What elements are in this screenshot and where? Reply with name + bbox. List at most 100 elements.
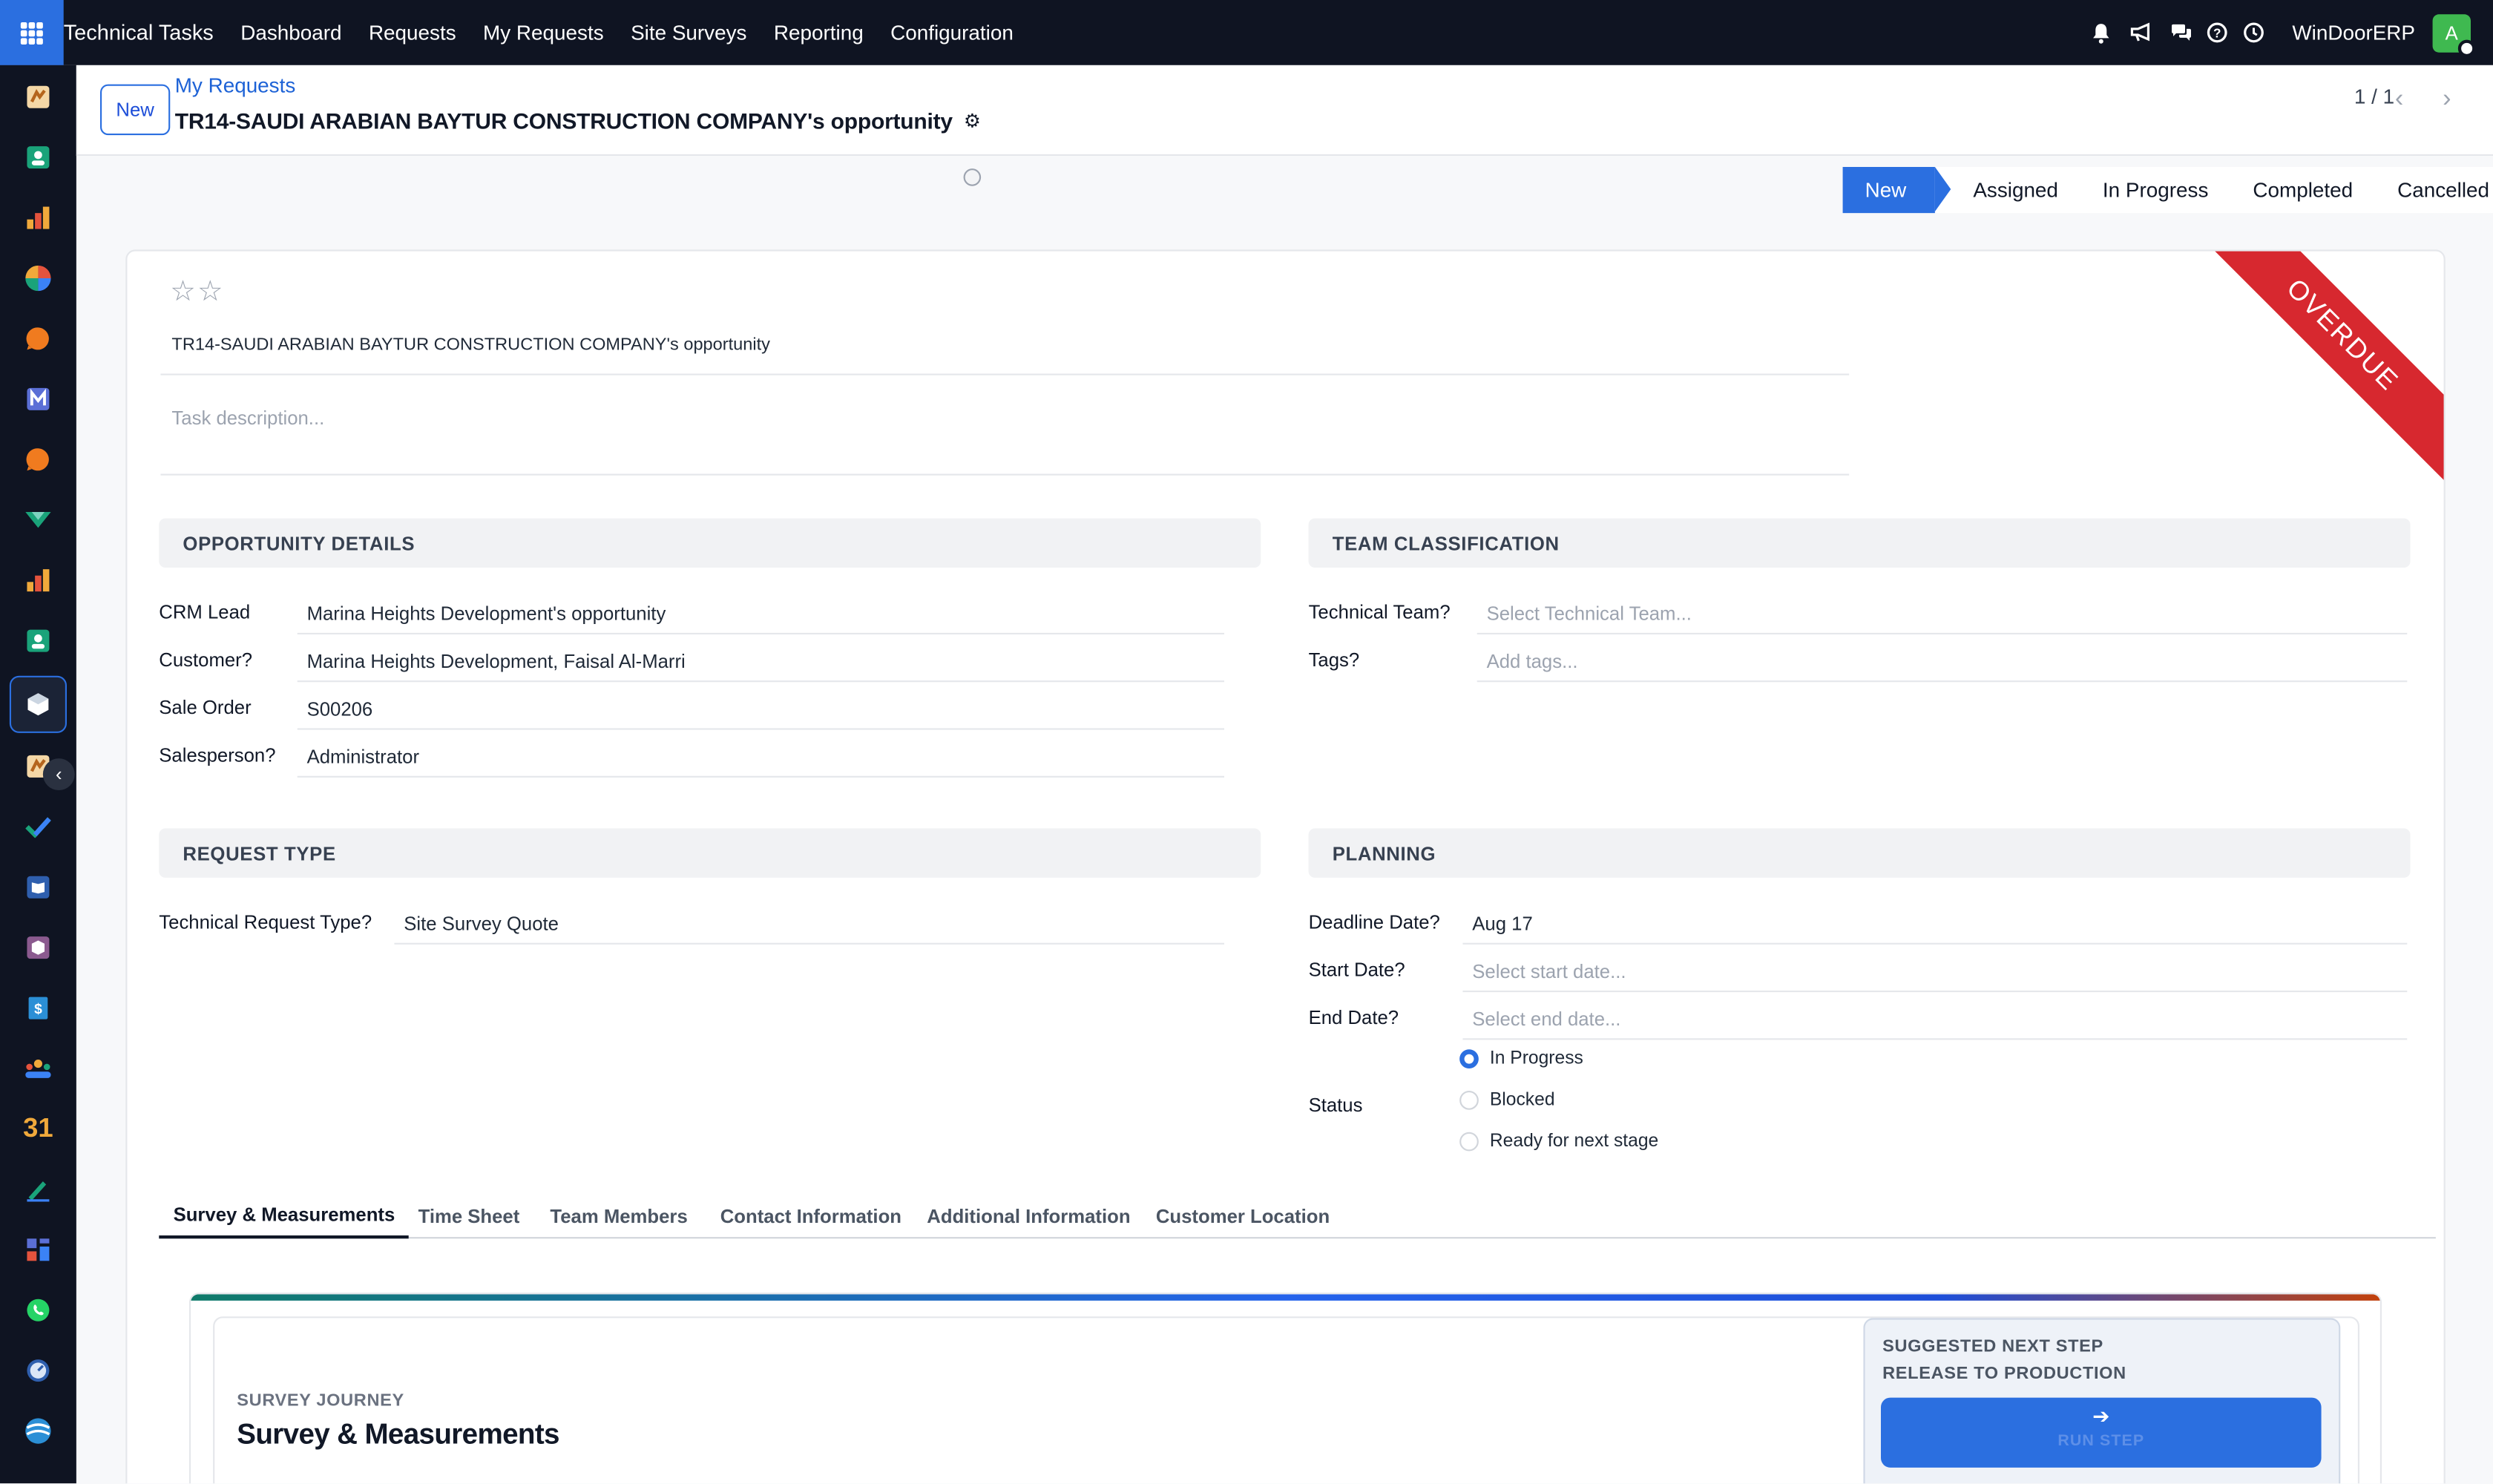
email-marketing-icon[interactable]: [24, 385, 53, 414]
pager-previous-button[interactable]: ‹: [2379, 78, 2420, 122]
survey-journey-panel: SURVEY JOURNEY Survey & Measurements SUG…: [188, 1293, 2382, 1484]
sale-order-field[interactable]: S00206: [297, 689, 1225, 730]
chat-icon[interactable]: [24, 445, 53, 474]
radio-unchecked-icon[interactable]: [1459, 1091, 1479, 1110]
deadline-label: Deadline Date?: [1308, 910, 1440, 933]
status-option-blocked[interactable]: Blocked: [1459, 1091, 1555, 1110]
start-date-field[interactable]: Select start date...: [1462, 951, 2408, 993]
gear-icon[interactable]: ⚙: [964, 110, 981, 132]
tab-time-sheet[interactable]: Time Sheet: [418, 1194, 520, 1238]
request-type-label: Technical Request Type?: [159, 910, 372, 933]
crm-icon[interactable]: [24, 264, 53, 293]
contacts-icon[interactable]: [24, 143, 53, 172]
menu-app-name[interactable]: Technical Tasks: [64, 21, 214, 45]
sidebar-collapse-button[interactable]: ‹: [42, 758, 75, 790]
status-option-in-progress[interactable]: In Progress: [1459, 1049, 1583, 1068]
field-underline: [160, 473, 1850, 476]
salesperson-field[interactable]: Administrator: [297, 736, 1225, 778]
tab-survey-measurements[interactable]: Survey & Measurements: [159, 1194, 410, 1239]
stage-assigned[interactable]: Assigned: [1951, 167, 2080, 213]
tags-field[interactable]: Add tags...: [1477, 641, 2408, 683]
grid-icon: [20, 21, 43, 44]
customer-field[interactable]: Marina Heights Development, Faisal Al-Ma…: [297, 641, 1225, 683]
menu-reporting[interactable]: Reporting: [774, 21, 864, 45]
journey-kicker: SURVEY JOURNEY: [237, 1391, 404, 1411]
run-step-label: RUN STEP: [2057, 1432, 2145, 1451]
status-option-label: Ready for next stage: [1489, 1132, 1659, 1152]
menu-my-requests[interactable]: My Requests: [483, 21, 604, 45]
calendar-icon[interactable]: 31: [21, 1113, 56, 1143]
tab-contact-information[interactable]: Contact Information: [720, 1194, 901, 1238]
team-icon[interactable]: [24, 1054, 53, 1083]
timer-icon[interactable]: [24, 1356, 53, 1385]
priority-stars: ☆ ☆: [170, 275, 224, 309]
chevron-left-icon: ‹: [2394, 85, 2404, 114]
wave-icon[interactable]: [24, 1416, 53, 1445]
end-date-field[interactable]: Select end date...: [1462, 999, 2408, 1040]
star-icon[interactable]: ☆: [170, 275, 196, 309]
tab-team-members[interactable]: Team Members: [550, 1194, 687, 1238]
app-switcher-button[interactable]: [0, 0, 64, 65]
sign-icon[interactable]: [24, 1175, 53, 1204]
invoicing-icon[interactable]: $: [24, 994, 53, 1022]
stage-cancelled[interactable]: Cancelled: [2375, 167, 2493, 213]
vendor-icon[interactable]: [24, 505, 53, 534]
run-step-button[interactable]: ➔ RUN STEP: [1881, 1397, 2322, 1468]
user-avatar[interactable]: A: [2432, 13, 2476, 57]
group-opportunity-details: OPPORTUNITY DETAILS: [159, 518, 1261, 568]
tab-customer-location[interactable]: Customer Location: [1156, 1194, 1330, 1238]
megaphone-icon[interactable]: [2130, 22, 2152, 44]
bell-icon[interactable]: [2090, 22, 2112, 44]
tab-additional-information[interactable]: Additional Information: [927, 1194, 1130, 1238]
status-option-ready[interactable]: Ready for next stage: [1459, 1132, 1658, 1152]
field-underline: [160, 373, 1850, 375]
stage-new[interactable]: New: [1842, 167, 1951, 214]
company-switcher[interactable]: WinDoorERP: [2292, 21, 2415, 45]
technical-team-field[interactable]: Select Technical Team...: [1477, 593, 2408, 634]
live-chat-icon[interactable]: [24, 324, 53, 353]
svg-text:$: $: [34, 1002, 42, 1017]
technical-team-label: Technical Team?: [1308, 601, 1451, 623]
sales-icon[interactable]: [24, 566, 53, 595]
menu-requests[interactable]: Requests: [369, 21, 456, 45]
help-icon[interactable]: ?: [2207, 22, 2229, 44]
apps-icon[interactable]: [24, 1235, 53, 1264]
radio-unchecked-icon[interactable]: [1459, 1132, 1479, 1152]
menu-site-surveys[interactable]: Site Surveys: [631, 21, 746, 45]
crm-lead-field[interactable]: Marina Heights Development's opportunity: [297, 593, 1225, 634]
avatar-letter: A: [2445, 21, 2458, 44]
record-title-text: TR14-SAUDI ARABIAN BAYTUR CONSTRUCTION C…: [174, 108, 953, 134]
status-label: Status: [1308, 1094, 1363, 1117]
employees-icon[interactable]: [24, 626, 53, 655]
new-record-button[interactable]: New: [100, 84, 171, 136]
tasks-icon[interactable]: [24, 812, 53, 841]
technical-tasks-icon[interactable]: [9, 675, 68, 733]
breadcrumb-my-requests[interactable]: My Requests: [175, 73, 296, 97]
menu-dashboard[interactable]: Dashboard: [240, 21, 341, 45]
stage-completed[interactable]: Completed: [2230, 167, 2375, 213]
knowledge-icon[interactable]: [24, 873, 53, 902]
pager-next-button[interactable]: ›: [2426, 78, 2468, 122]
status-option-label: In Progress: [1489, 1049, 1583, 1068]
clock-icon[interactable]: [2243, 22, 2265, 44]
customer-label: Customer?: [159, 649, 253, 672]
inventory-icon[interactable]: [24, 933, 53, 962]
chat-bubbles-icon[interactable]: [2170, 22, 2192, 44]
deadline-field[interactable]: Aug 17: [1462, 903, 2408, 945]
top-navbar: Technical Tasks Dashboard Requests My Re…: [0, 0, 2493, 65]
arrow-right-icon: ➔: [2092, 1404, 2110, 1428]
main-menu: Technical Tasks Dashboard Requests My Re…: [64, 0, 1041, 65]
whatsapp-icon[interactable]: [24, 1296, 53, 1324]
task-name-field[interactable]: TR14-SAUDI ARABIAN BAYTUR CONSTRUCTION C…: [171, 335, 770, 355]
request-type-field[interactable]: Site Survey Quote: [394, 903, 1225, 945]
radio-checked-icon[interactable]: [1459, 1049, 1479, 1068]
star-icon[interactable]: ☆: [197, 275, 223, 309]
task-description-field[interactable]: Task description...: [171, 407, 324, 430]
menu-configuration[interactable]: Configuration: [890, 21, 1014, 45]
svg-text:?: ?: [2213, 25, 2221, 40]
page-title: TR14-SAUDI ARABIAN BAYTUR CONSTRUCTION C…: [175, 108, 981, 134]
crm-lead-label: CRM Lead: [159, 601, 251, 623]
stage-in-progress[interactable]: In Progress: [2080, 167, 2230, 213]
dashboards-icon[interactable]: [24, 203, 53, 232]
discuss-icon[interactable]: [24, 82, 53, 111]
